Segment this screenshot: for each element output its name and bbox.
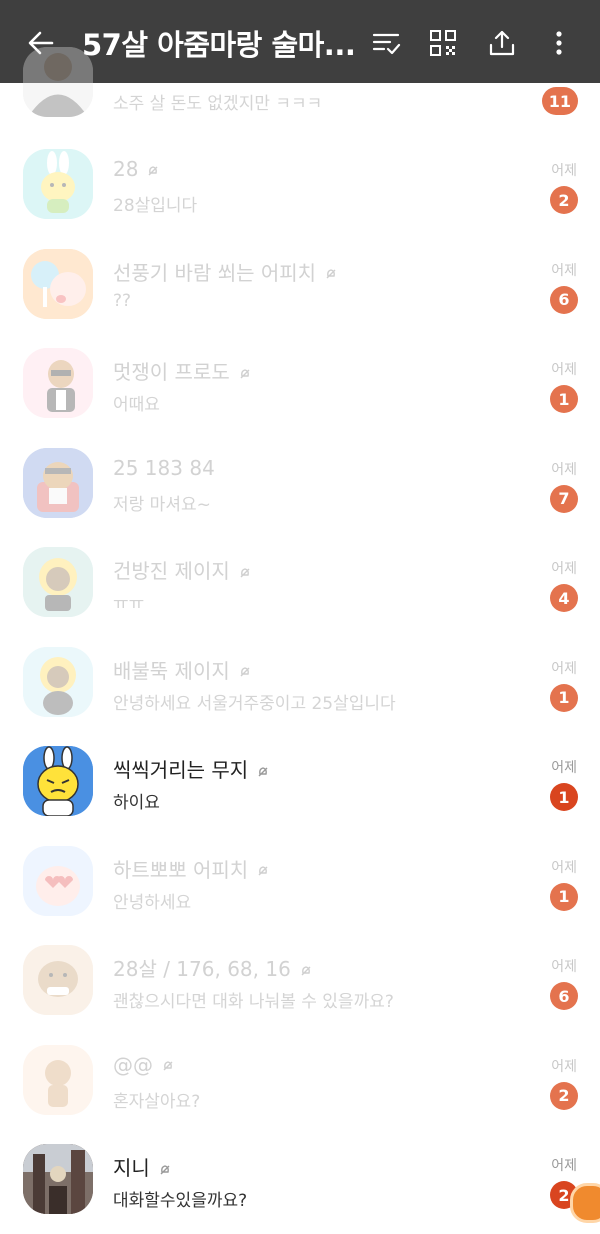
chat-name: 지니 (113, 1152, 172, 1181)
mute-icon (163, 1061, 173, 1071)
apeach-heart-avatar (23, 845, 93, 916)
chat-name: 씩씩거리는 무지 (113, 754, 270, 783)
unread-badge: 6 (550, 982, 578, 1010)
chat-name: 선풍기 바람 쐬는 어피치 (113, 257, 338, 286)
mute-icon (240, 667, 250, 677)
photo-avatar (23, 1144, 93, 1214)
mute-icon (148, 165, 158, 175)
chat-message: 28살입니다 (113, 196, 198, 216)
mute-icon (258, 766, 268, 776)
muzi-angry-avatar (23, 746, 93, 816)
chat-message: 어때요 (113, 395, 160, 415)
chat-name: @@ (113, 1053, 175, 1077)
chat-time: 어제 (551, 1058, 577, 1075)
unread-badge: 6 (550, 285, 578, 314)
chat-time: 어제 (551, 362, 577, 378)
chat-time: 어제 (551, 859, 577, 876)
unread-badge: 4 (550, 584, 578, 612)
chat-row[interactable]: 배불뚝 제이지 안녕하세요 서울거주중이고 25살입니다 어제 1 (0, 646, 600, 747)
chat-name: 배불뚝 제이지 (113, 655, 252, 684)
chat-row[interactable]: @@ 혼자살아요? 어제 2 (0, 1044, 600, 1145)
chat-time: 어제 (551, 959, 577, 975)
chat-row[interactable]: 씩씩거리는 무지 하이요 어제 1 (0, 746, 600, 846)
chat-time: 어제 (551, 660, 577, 677)
chat-name: 28 (113, 157, 160, 181)
chat-time: 어제 (551, 461, 577, 478)
chat-message: 안녕하세요 (113, 892, 192, 913)
muzi-rabbit-avatar (23, 149, 93, 219)
unread-badge: 7 (550, 484, 578, 513)
unread-badge: 11 (541, 87, 578, 115)
chat-message: ㅠㅠ (113, 594, 145, 614)
chat-name: 건방진 제이지 (113, 555, 252, 584)
unread-badge: 1 (550, 683, 578, 712)
chat-row-partial[interactable]: 소주 살 돈도 없겠지만 ㅋㅋㅋ 11 (0, 47, 600, 149)
chat-name: 멋쟁이 프로도 (113, 356, 252, 385)
ryan-chair-avatar (23, 447, 93, 518)
apeach-fan-avatar (23, 248, 93, 319)
mute-icon (326, 269, 336, 279)
mute-icon (160, 1164, 170, 1174)
chat-time: 어제 (551, 163, 577, 179)
chat-row[interactable]: 25 183 84 저랑 마셔요~ 어제 7 (0, 447, 600, 548)
chat-row[interactable]: 하트뽀뽀 어피치 안녕하세요 어제 1 (0, 845, 600, 946)
chat-row[interactable]: 28 28살입니다 어제 2 (0, 149, 600, 249)
frodo-dog-avatar (23, 945, 93, 1015)
unread-badge: 1 (550, 882, 578, 911)
chat-message: 괜찮으시다면 대화 나눠볼 수 있을까요? (113, 992, 394, 1012)
chat-row[interactable]: 건방진 제이지 ㅠㅠ 어제 4 (0, 547, 600, 647)
chat-time: 어제 (551, 561, 577, 577)
chat-message: 소주 살 돈도 없겠지만 ㅋㅋㅋ (113, 94, 323, 114)
unread-badge: 1 (550, 783, 578, 811)
chat-row[interactable]: 멋쟁이 프로도 어때요 어제 1 (0, 348, 600, 448)
chat-name: 28살 / 176, 68, 16 (113, 953, 313, 982)
mute-icon (240, 567, 250, 577)
more-vert-icon[interactable] (544, 28, 574, 58)
mute-icon (301, 965, 311, 975)
qr-code-icon[interactable] (428, 28, 458, 58)
chat-room-title: 57살 아줌마랑 술마... (82, 28, 356, 62)
mute-icon (258, 866, 268, 876)
chat-row[interactable]: 선풍기 바람 쐬는 어피치 ?? 어제 6 (0, 248, 600, 349)
chat-row[interactable]: 지니 대화할수있을까요? 어제 2 (0, 1144, 600, 1234)
chat-name: 25 183 84 (113, 455, 215, 480)
unread-badge: 2 (550, 1081, 578, 1110)
share-icon[interactable] (487, 28, 517, 58)
chat-list: 소주 살 돈도 없겠지만 ㅋㅋㅋ 11 28 28살입니다 어제 2 선풍기 바… (0, 47, 600, 1234)
chat-name: 하트뽀뽀 어피치 (113, 854, 270, 883)
chat-message: 하이요 (113, 793, 160, 813)
chat-time: 어제 (551, 760, 577, 776)
chat-message: ?? (113, 290, 132, 311)
chat-row[interactable]: 28살 / 176, 68, 16 괜찮으시다면 대화 나눠볼 수 있을까요? … (0, 945, 600, 1045)
chat-time: 어제 (551, 262, 577, 279)
partial-person-avatar (23, 47, 93, 117)
sort-check-icon[interactable] (371, 28, 401, 58)
jayg-belly-avatar (23, 646, 93, 717)
chat-message: 저랑 마셔요~ (113, 494, 211, 515)
chat-time: 어제 (551, 1158, 577, 1174)
mute-icon (240, 368, 250, 378)
frodo-small-avatar (23, 1044, 93, 1115)
unread-badge: 1 (550, 385, 578, 413)
chat-message: 혼자살아요? (113, 1091, 201, 1112)
jayg-avatar (23, 547, 93, 617)
unread-badge: 2 (550, 186, 578, 214)
chat-message: 안녕하세요 서울거주중이고 25살입니다 (113, 693, 396, 714)
floating-action-button[interactable] (570, 1183, 600, 1223)
chat-message: 대화할수있을까요? (113, 1191, 248, 1211)
frodo-avatar (23, 348, 93, 418)
